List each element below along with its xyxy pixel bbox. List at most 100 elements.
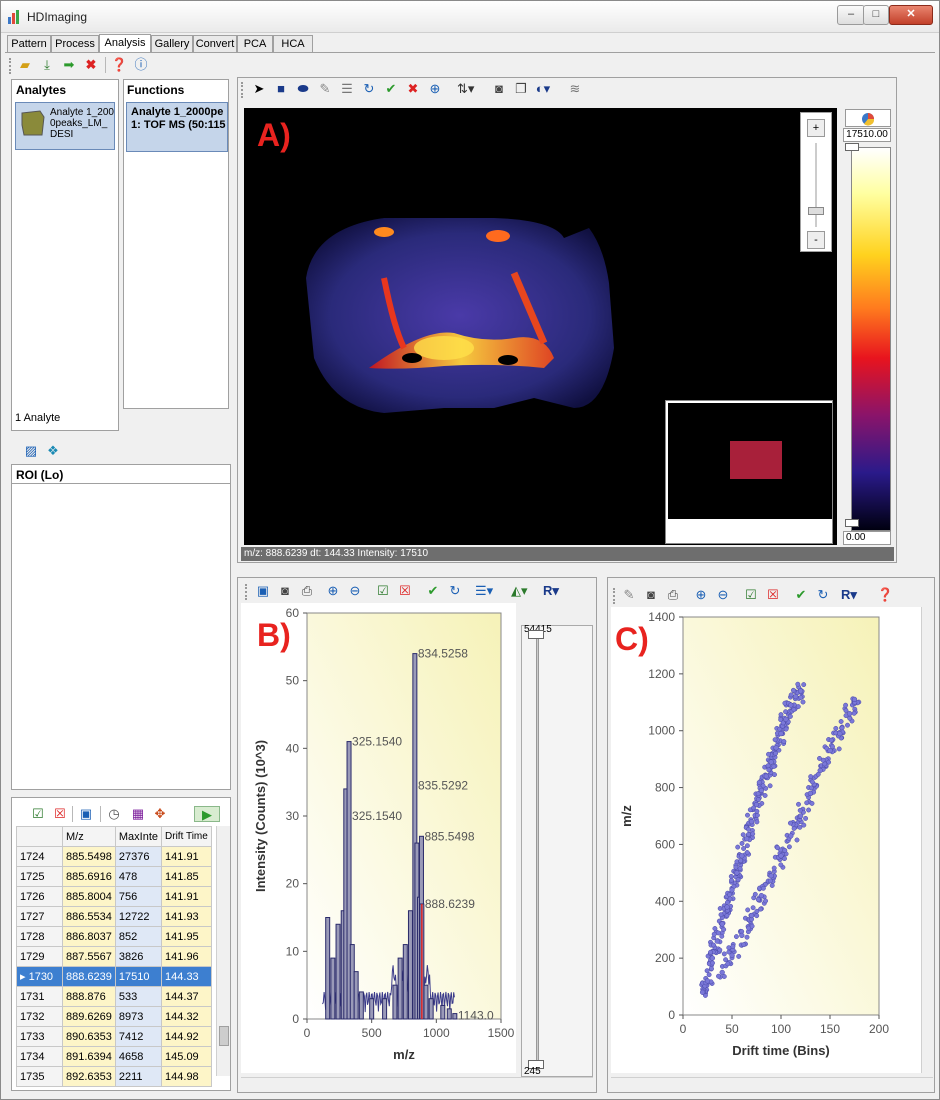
- peak-detect-dropdown-icon[interactable]: ◭▾: [511, 583, 528, 599]
- scatter-point[interactable]: [827, 747, 833, 754]
- maximize-button[interactable]: □: [863, 5, 889, 25]
- scatter-point[interactable]: [719, 921, 725, 927]
- spectrum-peak[interactable]: [369, 998, 375, 1020]
- scatter-point[interactable]: [773, 745, 779, 751]
- scatter-point[interactable]: [744, 836, 750, 842]
- table-vertical-scrollbar[interactable]: [216, 826, 230, 1076]
- scatter-point[interactable]: [748, 819, 755, 825]
- roi-shape-icon[interactable]: ❖: [45, 443, 61, 459]
- minimize-button[interactable]: –: [837, 5, 865, 25]
- spectrum-peak[interactable]: [423, 984, 429, 1020]
- camera-icon[interactable]: ◙: [277, 583, 293, 599]
- rectangle-icon[interactable]: ■: [273, 81, 289, 97]
- toolbar-grip[interactable]: [241, 82, 244, 98]
- column-header-drifttime[interactable]: Drift Time: [161, 826, 212, 847]
- scatter-point[interactable]: [729, 887, 735, 893]
- list-icon[interactable]: ☰: [339, 81, 355, 97]
- colorbar-min[interactable]: 0.00: [843, 531, 891, 545]
- drift-vertical-scrollbar[interactable]: [921, 607, 933, 1073]
- scatter-point[interactable]: [768, 759, 774, 765]
- intensity-slider[interactable]: 54415 245: [521, 624, 593, 1077]
- accept-icon[interactable]: ✔: [383, 81, 399, 97]
- scatter-point[interactable]: [719, 969, 725, 976]
- camera-icon[interactable]: ◙: [643, 587, 659, 603]
- function-item[interactable]: Analyte 1_2000pe 1: TOF MS (50:115: [126, 102, 228, 152]
- regression-dropdown-icon[interactable]: R▾: [841, 587, 857, 603]
- contrast-dropdown-icon[interactable]: ◐▾: [535, 81, 551, 97]
- colorbar-max[interactable]: 17510.00: [843, 128, 891, 142]
- scatter-point[interactable]: [753, 801, 760, 808]
- ellipse-icon[interactable]: ⬬: [295, 81, 311, 97]
- zoom-in-icon[interactable]: ⊕: [325, 583, 341, 599]
- slider-track[interactable]: [536, 638, 539, 1064]
- scatter-point[interactable]: [846, 711, 853, 717]
- scatter-point[interactable]: [797, 813, 804, 819]
- zoom-in-icon[interactable]: ⊕: [693, 587, 709, 603]
- scatter-point[interactable]: [699, 989, 706, 995]
- uncheck-all-icon[interactable]: ☒: [52, 806, 68, 822]
- spectrum-peak[interactable]: [446, 1008, 452, 1020]
- spectrum-peak[interactable]: [330, 957, 336, 1020]
- delete-icon[interactable]: ✖: [83, 57, 99, 73]
- scatter-point[interactable]: [778, 730, 784, 737]
- spectrum-peak[interactable]: [440, 1004, 446, 1020]
- scatter-point[interactable]: [783, 716, 789, 722]
- scatter-point[interactable]: [788, 833, 794, 839]
- scatter-point[interactable]: [739, 853, 745, 859]
- zoom-out-icon[interactable]: ⊖: [347, 583, 363, 599]
- uncheck-all-icon[interactable]: ☒: [765, 587, 781, 603]
- spectrum-peak[interactable]: [382, 998, 388, 1020]
- refresh-icon[interactable]: ↻: [361, 81, 377, 97]
- accept-icon[interactable]: ✔: [793, 587, 809, 603]
- print-icon[interactable]: ⎙: [665, 587, 681, 603]
- check-all-icon[interactable]: ☑: [30, 806, 46, 822]
- spectrum-peak[interactable]: [325, 917, 331, 1020]
- move-icon[interactable]: ✥: [152, 806, 168, 822]
- tab-analysis[interactable]: Analysis: [99, 34, 151, 53]
- colorbar-bottom-handle[interactable]: [845, 519, 859, 527]
- tab-pca[interactable]: PCA: [237, 35, 273, 53]
- scale-dropdown-icon[interactable]: ⇅▾: [457, 81, 474, 97]
- spectrum-peak[interactable]: [392, 984, 398, 1020]
- analyte-item[interactable]: Analyte 1_2000peaks_LM_DESI: [15, 102, 115, 150]
- pointer-icon[interactable]: ➤: [251, 81, 267, 97]
- tab-process[interactable]: Process: [51, 35, 99, 53]
- spectrum-peak[interactable]: [402, 944, 408, 1020]
- scatter-point[interactable]: [778, 853, 784, 859]
- roi-draw-icon[interactable]: ▨: [23, 443, 39, 459]
- check-all-icon[interactable]: ☑: [375, 583, 391, 599]
- print-icon[interactable]: ⎙: [299, 583, 315, 599]
- table-scroll-thumb[interactable]: [219, 1026, 229, 1046]
- column-header-maxint[interactable]: MaxInte: [114, 826, 163, 847]
- run-icon[interactable]: ▶: [194, 806, 220, 822]
- slider-top-handle[interactable]: [528, 630, 544, 639]
- minimap-viewport[interactable]: [730, 441, 782, 479]
- spectrum-peak[interactable]: [358, 991, 364, 1020]
- align-dropdown-icon[interactable]: ☰▾: [475, 583, 493, 599]
- table-row[interactable]: 1734 891.6394 4658 145.09: [16, 1046, 212, 1067]
- drift-horizontal-scrollbar[interactable]: [611, 1077, 933, 1091]
- table-row[interactable]: 1732 889.6269 8973 144.32: [16, 1006, 212, 1027]
- spectrum-peak[interactable]: [428, 998, 434, 1020]
- open-folder-icon[interactable]: ▰: [17, 57, 33, 73]
- spectrum-peak[interactable]: [335, 923, 341, 1020]
- zoom-in-button[interactable]: +: [807, 119, 825, 137]
- help-icon[interactable]: ❓: [877, 587, 893, 603]
- table-row[interactable]: 1733 890.6353 7412 144.92: [16, 1026, 212, 1047]
- scatter-point[interactable]: [714, 938, 720, 944]
- zoom-out-icon[interactable]: ⊖: [715, 587, 731, 603]
- refresh-icon[interactable]: ↻: [815, 587, 831, 603]
- copy-icon[interactable]: ❐: [513, 81, 529, 97]
- colorbar-top-handle[interactable]: [845, 143, 859, 151]
- zoom-out-button[interactable]: -: [807, 231, 825, 249]
- table-row[interactable]: 1725 885.6916 478 141.85: [16, 866, 212, 887]
- toolbar-grip[interactable]: [613, 588, 616, 604]
- forward-arrow-icon[interactable]: ➡: [61, 57, 77, 73]
- scatter-point[interactable]: [851, 696, 858, 703]
- camera-icon[interactable]: ◙: [491, 81, 507, 97]
- table-row[interactable]: 1727 886.5534 12722 141.93: [16, 906, 212, 927]
- tab-pattern[interactable]: Pattern: [7, 35, 51, 53]
- toolbar-grip[interactable]: [245, 584, 248, 600]
- table-row[interactable]: 1724 885.5498 27376 141.91: [16, 846, 212, 867]
- info-icon[interactable]: ⓘ: [133, 57, 149, 73]
